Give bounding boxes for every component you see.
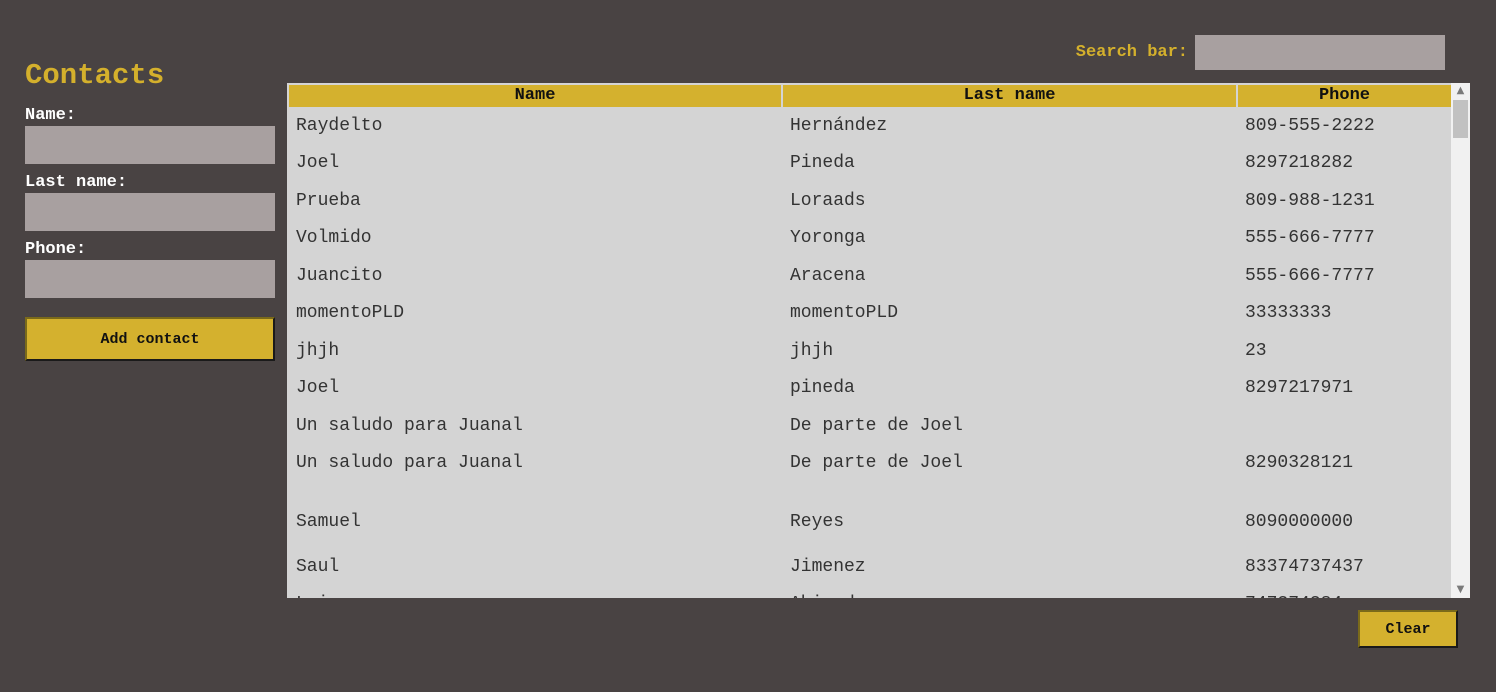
- cell-name: Raydelto: [296, 115, 383, 136]
- contacts-table-viewport[interactable]: Name Last name Phone Raydelto Hernández …: [287, 83, 1451, 598]
- cell-phone: 809-988-1231: [1245, 190, 1375, 211]
- cell-last-name: momentoPLD: [790, 303, 899, 324]
- cell-last-name: jhjh: [790, 340, 834, 361]
- cell-last-name: Loraads: [790, 190, 866, 211]
- cell-last-name: Abinader: [783, 586, 1236, 598]
- search-label: Search bar:: [1075, 43, 1188, 62]
- name-label: Name:: [25, 106, 77, 125]
- contacts-page: Contacts Name: Last name: Phone: Add con…: [0, 0, 1496, 692]
- table-row[interactable]: Juancito Aracena 555-666-7777: [289, 257, 1451, 295]
- phone-label: Phone:: [25, 240, 87, 259]
- table-row[interactable]: Joel pineda 8297217971: [289, 370, 1451, 408]
- cell-last-name: Jimenez: [790, 556, 866, 577]
- cell-last-name: pineda: [790, 378, 855, 399]
- table-row[interactable]: Joel Pineda 8297218282: [289, 145, 1451, 183]
- table-row[interactable]: Un saludo para Juanal De parte de Joel: [289, 407, 1451, 445]
- cell-name: Juancito: [296, 265, 383, 286]
- contacts-table: Name Last name Phone Raydelto Hernández …: [287, 85, 1451, 598]
- scrollbar-thumb[interactable]: [1453, 100, 1468, 138]
- table-row[interactable]: Samuel Reyes 8090000000: [289, 482, 1451, 548]
- cell-name: jhjh: [296, 340, 340, 361]
- cell-name: Luis: [289, 586, 781, 598]
- cell-name: Un saludo para Juanal: [296, 415, 523, 436]
- table-row[interactable]: Luis Abinader 747374384: [289, 586, 1451, 598]
- cell-name: Volmido: [296, 228, 372, 249]
- clear-button[interactable]: Clear: [1358, 610, 1458, 648]
- cell-phone: 747374384: [1238, 586, 1451, 598]
- column-header-last-name[interactable]: Last name: [783, 85, 1236, 107]
- cell-name: Joel: [296, 153, 340, 174]
- table-row[interactable]: jhjh jhjh 23: [289, 332, 1451, 370]
- table-row[interactable]: Prueba Loraads 809-988-1231: [289, 182, 1451, 220]
- cell-phone: 23: [1245, 340, 1267, 361]
- column-header-phone[interactable]: Phone: [1238, 85, 1451, 107]
- lastname-label: Last name:: [25, 173, 128, 192]
- cell-phone: 8290328121: [1245, 453, 1354, 474]
- cell-last-name: Hernández: [790, 115, 888, 136]
- cell-phone: [1238, 407, 1451, 445]
- cell-phone: 555-666-7777: [1245, 265, 1375, 286]
- column-header-name[interactable]: Name: [289, 85, 781, 107]
- table-row[interactable]: Saul Jimenez 83374737437: [289, 548, 1451, 586]
- cell-name: Prueba: [296, 190, 361, 211]
- cell-phone: 809-555-2222: [1245, 115, 1375, 136]
- cell-last-name: De parte de Joel: [790, 415, 963, 436]
- cell-name: Samuel: [296, 512, 361, 532]
- contacts-table-container: Name Last name Phone Raydelto Hernández …: [287, 83, 1470, 598]
- table-row[interactable]: momentoPLD momentoPLD 33333333: [289, 295, 1451, 333]
- add-contact-button[interactable]: Add contact: [25, 317, 275, 361]
- table-row[interactable]: Volmido Yoronga 555-666-7777: [289, 220, 1451, 258]
- search-bar: Search bar:: [1076, 35, 1445, 70]
- cell-name: momentoPLD: [296, 303, 405, 324]
- search-input[interactable]: [1195, 35, 1445, 70]
- cell-last-name: Reyes: [790, 512, 845, 532]
- cell-phone: 8090000000: [1245, 512, 1354, 532]
- scroll-up-arrow-icon[interactable]: ▲: [1451, 83, 1470, 99]
- name-input[interactable]: [25, 126, 275, 164]
- form-title: Contacts: [25, 59, 165, 92]
- cell-phone: 83374737437: [1245, 556, 1364, 577]
- scroll-down-arrow-icon[interactable]: ▼: [1451, 582, 1470, 598]
- table-row[interactable]: Un saludo para Juanal De parte de Joel 8…: [289, 445, 1451, 483]
- table-header-row: Name Last name Phone: [289, 85, 1451, 107]
- cell-name: Joel: [296, 378, 340, 399]
- cell-phone: 555-666-7777: [1245, 228, 1375, 249]
- cell-name: Un saludo para Juanal: [296, 453, 523, 474]
- cell-last-name: Yoronga: [790, 228, 866, 249]
- cell-name: Saul: [296, 556, 340, 577]
- cell-last-name: De parte de Joel: [790, 453, 963, 474]
- phone-input[interactable]: [25, 260, 275, 298]
- cell-last-name: Aracena: [790, 265, 866, 286]
- table-row[interactable]: Raydelto Hernández 809-555-2222: [289, 107, 1451, 145]
- cell-phone: 33333333: [1245, 303, 1332, 324]
- lastname-input[interactable]: [25, 193, 275, 231]
- table-scrollbar[interactable]: ▲ ▼: [1451, 83, 1470, 598]
- cell-last-name: Pineda: [790, 153, 855, 174]
- cell-phone: 8297218282: [1245, 153, 1354, 174]
- cell-phone: 8297217971: [1245, 378, 1354, 399]
- contact-form: Contacts Name: Last name: Phone: Add con…: [25, 58, 275, 361]
